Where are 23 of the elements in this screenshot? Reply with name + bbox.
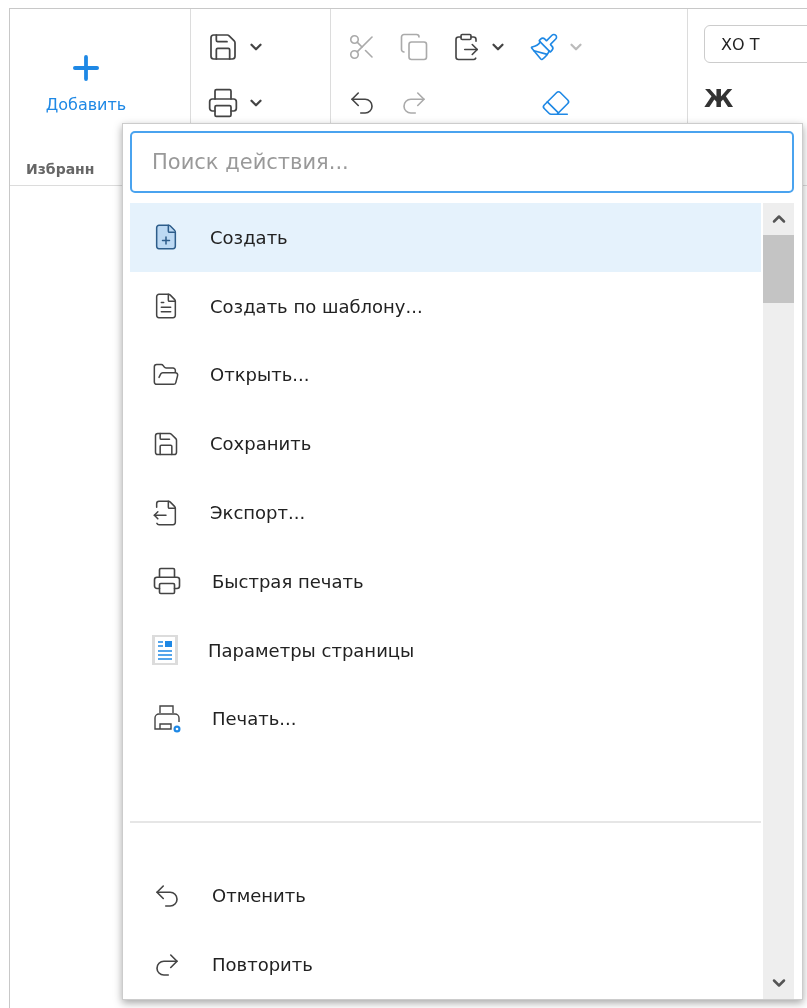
menu-item[interactable]: Повторить xyxy=(130,930,761,999)
menu-item[interactable]: Быстрая печать xyxy=(130,547,761,616)
printer-icon xyxy=(207,87,240,119)
printer-icon xyxy=(152,566,182,597)
paintbrush-icon xyxy=(528,32,559,62)
scrollbar-thumb[interactable] xyxy=(763,235,794,303)
menu-item[interactable]: Печать... xyxy=(130,684,761,754)
menu-item[interactable]: Создать xyxy=(130,203,761,272)
search-field[interactable]: Поиск действия... xyxy=(130,131,794,193)
menu-item[interactable]: Экспорт... xyxy=(130,478,761,547)
menu-item[interactable]: Создать по шаблону... xyxy=(130,271,761,341)
bold-button[interactable]: Ж xyxy=(704,85,791,113)
menu-item[interactable]: Сохранить xyxy=(130,409,761,479)
add-button[interactable]: Добавить xyxy=(26,49,146,114)
format-painter-button[interactable] xyxy=(528,32,585,62)
menu-item[interactable]: Отменить xyxy=(130,861,761,931)
copy-button[interactable] xyxy=(398,32,429,62)
menu-item[interactable]: Открыть... xyxy=(130,340,761,410)
eraser-button[interactable] xyxy=(540,88,571,118)
font-field[interactable]: ХО Т xyxy=(704,25,807,63)
scrollbar[interactable] xyxy=(763,203,794,999)
page-layout-icon xyxy=(152,635,178,666)
menu-item[interactable]: Параметры страницы xyxy=(130,615,761,685)
